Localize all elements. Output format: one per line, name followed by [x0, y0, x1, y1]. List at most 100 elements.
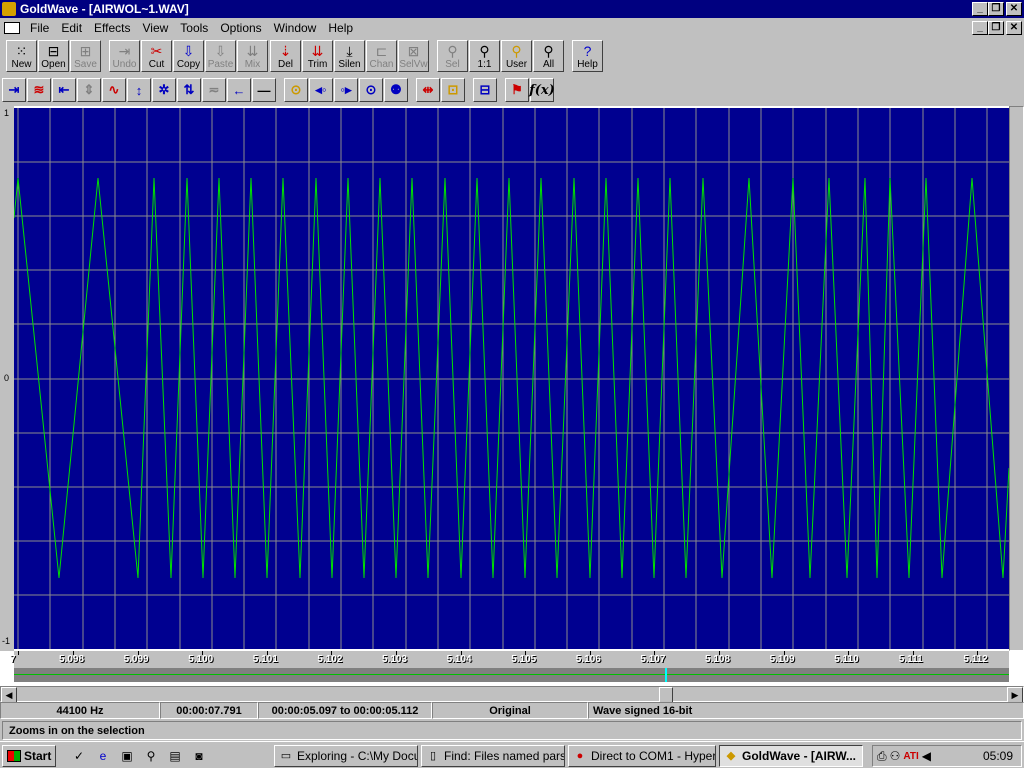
marker-button[interactable]: ⚑: [505, 78, 529, 102]
waveform-panel: 1 0 -1 7 5.098 5.099 5.100 5.101 5.102 5.103 5.…: [0, 106, 1024, 688]
checklist-icon[interactable]: ✓: [70, 747, 88, 765]
playback-rate-button[interactable]: ◂◦: [309, 78, 333, 102]
doc-minimize-button[interactable]: _: [972, 21, 988, 35]
internet-explorer-icon[interactable]: e: [94, 747, 112, 765]
menu-effects[interactable]: Effects: [88, 21, 136, 35]
hint-text: Zooms in on the selection: [2, 721, 1022, 740]
y-label-mid: 0: [4, 373, 10, 383]
filter-button[interactable]: ⊙: [359, 78, 383, 102]
task-hyperterminal[interactable]: ● Direct to COM1 - Hyper...: [568, 745, 716, 767]
scroll-right-button[interactable]: ▶: [1007, 687, 1023, 703]
status-format: Wave signed 16-bit: [588, 702, 1024, 719]
start-button[interactable]: Start: [2, 745, 56, 767]
scroll-thumb[interactable]: [659, 687, 673, 703]
delete-icon: ⇣: [279, 43, 292, 59]
scroll-left-button[interactable]: ◀: [1, 687, 17, 703]
amplify-button[interactable]: ↕: [127, 78, 151, 102]
help-button[interactable]: ? Help: [572, 40, 603, 72]
expression-evaluator-button[interactable]: f(x): [529, 78, 555, 102]
undo-button[interactable]: ⇥ Undo: [109, 40, 140, 72]
system-tray: ⎙ ⚇ ATI ◀ 05:09: [872, 745, 1022, 767]
horizontal-scrollbar[interactable]: ◀ ▶: [0, 686, 1024, 703]
y-label-top: 1: [4, 108, 10, 118]
select-view-button[interactable]: ⊠ SelVw: [398, 40, 429, 72]
goldwave-app-icon[interactable]: [2, 2, 16, 16]
open-button[interactable]: ⊟ Open: [38, 40, 69, 72]
task-exploring[interactable]: ▭ Exploring - C:\My Docu...: [274, 745, 418, 767]
save-button[interactable]: ⊞ Save: [70, 40, 101, 72]
menu-window[interactable]: Window: [268, 21, 323, 35]
mechanize-button[interactable]: ⊡: [441, 78, 465, 102]
task-find[interactable]: ▯ Find: Files named parsec: [421, 745, 565, 767]
doc-restore-button[interactable]: ❐: [988, 21, 1004, 35]
channel-button[interactable]: ⊏ Chan: [366, 40, 397, 72]
zoom-selection-icon: ⚲: [447, 43, 458, 59]
offset-button[interactable]: —: [252, 78, 276, 102]
waveform-display[interactable]: [14, 108, 1009, 649]
ati-icon[interactable]: ATI: [903, 751, 918, 762]
trim-button[interactable]: ⇊ Trim: [302, 40, 333, 72]
silence-button[interactable]: ⤓ Silen: [334, 40, 365, 72]
zoom-all-button[interactable]: ⚲ All: [533, 40, 564, 72]
hyperterminal-icon: ●: [576, 750, 584, 762]
app-icon[interactable]: ◙: [190, 747, 208, 765]
reverse-button[interactable]: ←: [227, 78, 251, 102]
printer-icon[interactable]: ⎙: [877, 749, 887, 764]
volume-icon[interactable]: ◀: [922, 749, 931, 763]
overview-position-marker[interactable]: [665, 668, 667, 682]
invert-button[interactable]: ⇅: [177, 78, 201, 102]
vertical-scroll[interactable]: [1009, 106, 1024, 651]
filter-icon: ⊙: [365, 82, 377, 97]
clock[interactable]: 05:09: [983, 749, 1013, 763]
transform-button[interactable]: ⚉: [384, 78, 408, 102]
notepad-icon[interactable]: ▤: [166, 747, 184, 765]
doc-close-button[interactable]: ✕: [1006, 21, 1022, 35]
mix-button[interactable]: ⇊ Mix: [237, 40, 268, 72]
time-scale[interactable]: 7 5.098 5.099 5.100 5.101 5.102 5.103 5.104 5.10…: [10, 651, 1009, 669]
time-tick: [654, 651, 656, 655]
copy-button[interactable]: ⇩ Copy: [173, 40, 204, 72]
delete-button[interactable]: ⇣ Del: [270, 40, 301, 72]
menu-tools[interactable]: Tools: [174, 21, 214, 35]
resample-button[interactable]: ◦▸: [334, 78, 358, 102]
search-icon[interactable]: ⚲: [142, 747, 160, 765]
goldwave-icon: ◆: [726, 750, 736, 762]
minimize-button[interactable]: _: [972, 2, 988, 16]
restore-button[interactable]: ❐: [988, 2, 1004, 16]
taskbar: Start ✓ e ▣ ⚲ ▤ ◙ ▭ Exploring - C:\My Do…: [0, 741, 1024, 768]
close-button[interactable]: ✕: [1006, 2, 1022, 16]
network-icon[interactable]: ⚇: [890, 749, 901, 763]
new-icon: ⁙: [15, 43, 28, 59]
menu-file[interactable]: File: [24, 21, 55, 35]
equalizer-button[interactable]: ≋: [27, 78, 51, 102]
expand-button[interactable]: ⊙: [284, 78, 308, 102]
compress-button[interactable]: ⇕: [77, 78, 101, 102]
time-label: 7: [10, 654, 16, 665]
cut-button[interactable]: ✂ Cut: [141, 40, 172, 72]
menu-edit[interactable]: Edit: [55, 21, 88, 35]
task-goldwave[interactable]: ◆ GoldWave - [AIRW...: [719, 745, 863, 767]
folder-icon: ▭: [280, 750, 292, 762]
paste-button[interactable]: ⇩ Paste: [205, 40, 236, 72]
desktop-icon[interactable]: ▣: [118, 747, 136, 765]
time-label: 5.104: [446, 654, 472, 665]
flanger-button[interactable]: ✲: [152, 78, 176, 102]
fade-out-button[interactable]: ⇤: [52, 78, 76, 102]
zoom-user-button[interactable]: ⚲ User: [501, 40, 532, 72]
menu-help[interactable]: Help: [322, 21, 359, 35]
time-label: 5.107: [640, 654, 666, 665]
title-bar: GoldWave - [AIRWOL~1.WAV] _ ❐ ✕: [0, 0, 1024, 18]
noise-reduction-icon: ⊟: [479, 82, 491, 97]
fade-in-button[interactable]: ⇥: [2, 78, 26, 102]
doppler-button[interactable]: ⇹: [416, 78, 440, 102]
noise-reduction-button[interactable]: ⊟: [473, 78, 497, 102]
zoom-selection-button[interactable]: ⚲ Sel: [437, 40, 468, 72]
document-system-menu-icon[interactable]: [4, 22, 20, 34]
zoom-1to1-button[interactable]: ⚲ 1:1: [469, 40, 500, 72]
menu-view[interactable]: View: [137, 21, 175, 35]
new-button[interactable]: ⁙ New: [6, 40, 37, 72]
echo-button[interactable]: ≂: [202, 78, 226, 102]
menu-options[interactable]: Options: [214, 21, 267, 35]
overview-bar[interactable]: [14, 668, 1009, 682]
distortion-button[interactable]: ∿: [102, 78, 126, 102]
